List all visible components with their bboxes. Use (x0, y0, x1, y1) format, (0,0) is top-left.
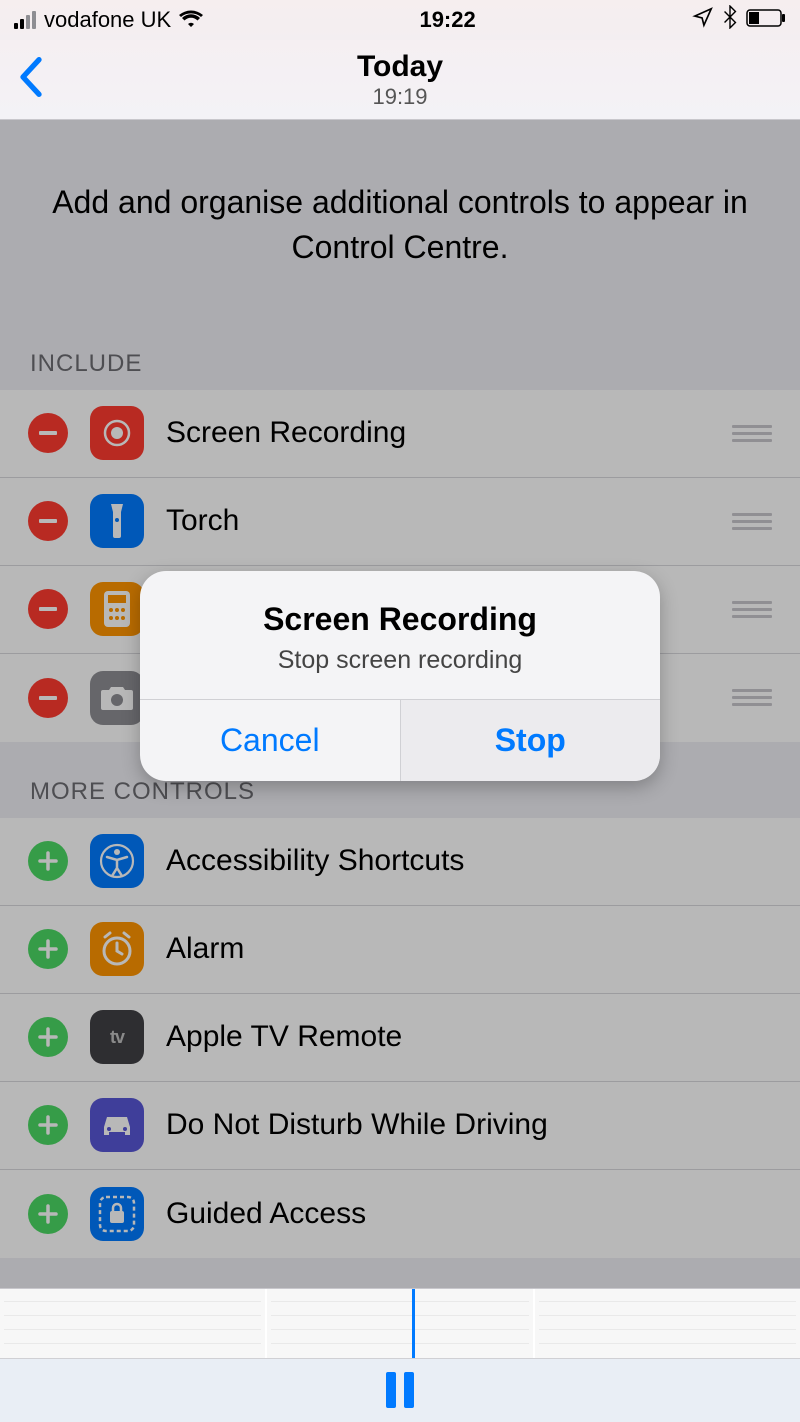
alert-dialog: Screen Recording Stop screen recording C… (140, 571, 660, 781)
torch-icon (90, 494, 144, 548)
accessibility-icon (90, 834, 144, 888)
drag-handle-icon[interactable] (732, 595, 772, 624)
more-row-apple-tv[interactable]: tv Apple TV Remote (0, 994, 800, 1082)
include-row-screen-recording[interactable]: Screen Recording (0, 390, 800, 478)
nav-title: Today (357, 50, 443, 84)
alarm-icon (90, 922, 144, 976)
nav-subtitle: 19:19 (357, 84, 443, 110)
row-label: Apple TV Remote (166, 1020, 772, 1054)
status-bar: vodafone UK 19:22 (0, 0, 800, 40)
row-label: Do Not Disturb While Driving (166, 1108, 772, 1142)
row-label: Alarm (166, 932, 772, 966)
playhead-icon[interactable] (412, 1289, 415, 1358)
signal-strength-icon (14, 11, 36, 29)
more-row-dnd-driving[interactable]: Do Not Disturb While Driving (0, 1082, 800, 1170)
row-label: Accessibility Shortcuts (166, 844, 772, 878)
nav-bar: Today 19:19 (0, 40, 800, 120)
remove-button[interactable] (28, 501, 68, 541)
apple-tv-icon: tv (90, 1010, 144, 1064)
row-label: Guided Access (166, 1197, 772, 1231)
camera-icon (90, 671, 144, 725)
add-button[interactable] (28, 1017, 68, 1057)
alert-title: Screen Recording (160, 601, 640, 638)
back-button[interactable] (18, 57, 44, 102)
add-button[interactable] (28, 1105, 68, 1145)
drag-handle-icon[interactable] (732, 419, 772, 448)
drag-handle-icon[interactable] (732, 683, 772, 712)
more-row-alarm[interactable]: Alarm (0, 906, 800, 994)
car-icon (90, 1098, 144, 1152)
row-label: Screen Recording (166, 416, 732, 450)
remove-button[interactable] (28, 678, 68, 718)
video-scrubber[interactable] (0, 1288, 800, 1422)
location-icon (692, 6, 714, 34)
calculator-icon (90, 582, 144, 636)
wifi-icon (179, 7, 203, 33)
carrier-label: vodafone UK (44, 7, 171, 33)
drag-handle-icon[interactable] (732, 507, 772, 536)
thumbnail[interactable] (267, 1289, 532, 1358)
remove-button[interactable] (28, 589, 68, 629)
battery-icon (746, 7, 786, 33)
pause-button[interactable] (386, 1372, 414, 1408)
more-row-guided-access[interactable]: Guided Access (0, 1170, 800, 1258)
alert-cancel-button[interactable]: Cancel (140, 700, 401, 781)
intro-text: Add and organise additional controls to … (0, 120, 800, 340)
status-time: 19:22 (419, 7, 475, 33)
include-header: INCLUDE (0, 340, 800, 390)
add-button[interactable] (28, 929, 68, 969)
alert-message: Stop screen recording (160, 646, 640, 675)
row-label: Torch (166, 504, 732, 538)
more-row-accessibility[interactable]: Accessibility Shortcuts (0, 818, 800, 906)
bluetooth-icon (722, 5, 738, 35)
include-row-torch[interactable]: Torch (0, 478, 800, 566)
guided-access-icon (90, 1187, 144, 1241)
screen-recording-icon (90, 406, 144, 460)
alert-stop-button[interactable]: Stop (401, 700, 661, 781)
thumbnail[interactable] (535, 1289, 800, 1358)
thumbnail[interactable] (0, 1289, 265, 1358)
add-button[interactable] (28, 1194, 68, 1234)
add-button[interactable] (28, 841, 68, 881)
remove-button[interactable] (28, 413, 68, 453)
